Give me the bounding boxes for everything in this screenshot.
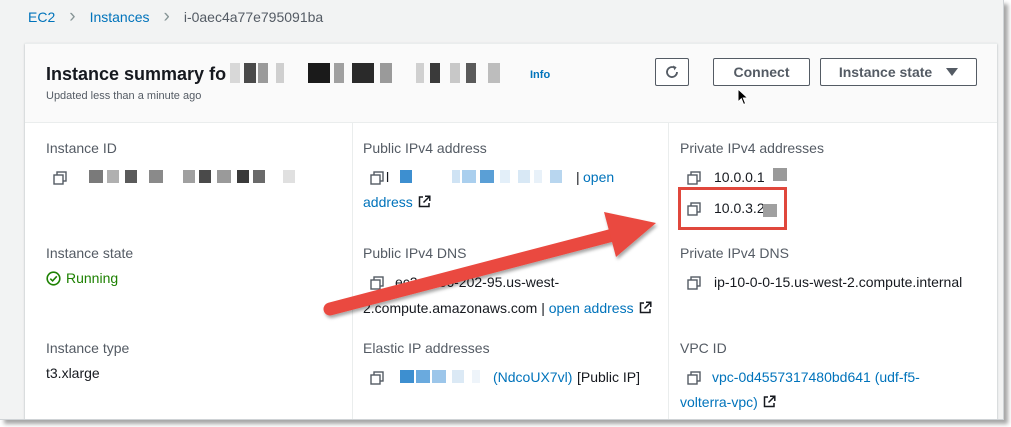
public-dns-line1: ec2- -236-202-95.us-west- [395,274,560,290]
external-link-icon [418,195,431,208]
copy-icon[interactable] [370,371,384,385]
external-link-icon [763,395,776,408]
public-dns-open-address-text: open address [548,300,634,316]
instance-type-value: t3.xlarge [46,365,100,381]
copy-icon[interactable] [370,171,384,185]
label-instance-type: Instance type [46,340,130,356]
redacted-instance-name [230,63,520,83]
redacted-public-ipv4 [400,170,572,183]
public-ipv4-open-address-text: address [363,194,413,210]
label-public-dns: Public IPv4 DNS [363,245,467,261]
private-ipv4-value-1: 10.0.0.1 [714,169,765,185]
annotation-highlight-box [678,187,787,230]
page-title: Instance summary fo [46,64,227,84]
redacted-private-ip-1 [773,168,787,181]
copy-icon[interactable] [687,171,701,185]
external-link-icon [639,301,652,314]
vpc-id-link-line1[interactable]: vpc-0d4557317480bd641 (udf-f5- [712,369,920,385]
instance-summary-panel: Instance summary fo Info Updated less th… [25,43,997,419]
mouse-pointer-icon [737,88,749,106]
redacted-instance-id [89,170,299,183]
label-instance-state: Instance state [46,245,134,261]
refresh-button[interactable] [655,58,689,86]
copy-icon[interactable] [370,276,384,290]
vpc-id-link-line2[interactable]: volterra-vpc) [680,394,776,410]
breadcrumb-current-instance: i-0aec4a77e795091ba [183,9,324,25]
public-ipv4-separator: | [576,169,580,185]
instance-state-value: Running [66,270,119,286]
elastic-ip-type: [Public IP] [577,369,641,385]
label-private-dns: Private IPv4 DNS [680,245,789,261]
elastic-ip-allocation-link[interactable]: (NdcoUX7vl) [493,369,572,385]
public-ipv4-open-address-link[interactable]: address [363,194,431,210]
public-dns-line2: 2.compute.amazonaws.com | open address [363,300,652,316]
instance-state-status: Running [46,270,118,286]
copy-icon[interactable] [53,171,67,185]
breadcrumb: EC2 › Instances › i-0aec4a77e795091ba [28,6,324,27]
instance-state-dropdown[interactable]: Instance state [820,58,977,86]
vpc-id-link-line2-text: volterra-vpc) [680,394,758,410]
column-divider [352,123,353,419]
chevron-right-icon: › [69,6,76,27]
copy-icon[interactable] [687,276,701,290]
panel-header: Instance summary fo Info Updated less th… [25,44,997,123]
caret-down-icon [946,68,959,76]
updated-timestamp: Updated less than a minute ago [46,90,202,102]
label-private-ipv4: Private IPv4 addresses [680,140,824,156]
label-instance-id: Instance ID [46,140,117,156]
label-vpc-id: VPC ID [680,340,727,356]
console-frame: EC2 › Instances › i-0aec4a77e795091ba In… [0,0,1004,420]
check-circle-icon [46,270,61,286]
redacted-elastic-ip [400,370,488,383]
label-public-ipv4: Public IPv4 address [363,140,487,156]
refresh-icon [666,65,678,78]
breadcrumb-instances[interactable]: Instances [90,9,150,25]
connect-button[interactable]: Connect [713,58,810,86]
public-ipv4-prefix: l [386,169,390,185]
label-elastic-ip: Elastic IP addresses [363,340,490,356]
private-dns-value: ip-10-0-0-15.us-west-2.compute.internal [714,274,963,290]
instance-state-label: Instance state [838,64,933,80]
public-ipv4-open-link-start[interactable]: open [583,169,614,185]
copy-icon[interactable] [687,371,701,385]
column-divider [668,123,669,419]
public-dns-separator: | [541,300,545,316]
public-dns-host: 2.compute.amazonaws.com [363,300,538,316]
breadcrumb-ec2[interactable]: EC2 [28,9,55,25]
chevron-right-icon: › [163,6,170,27]
info-link[interactable]: Info [530,69,550,81]
public-dns-open-address-link[interactable]: open address [549,300,652,316]
